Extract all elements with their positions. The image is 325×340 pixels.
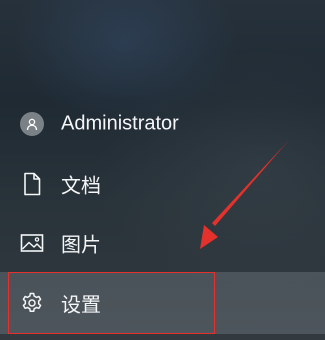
sidebar-item-settings[interactable]: 设置	[0, 272, 325, 334]
sidebar-item-documents[interactable]: 文档	[0, 156, 325, 212]
settings-label: 设置	[61, 294, 101, 317]
image-icon	[20, 231, 44, 255]
user-name-label: Administrator	[61, 112, 179, 135]
document-icon	[20, 172, 44, 196]
user-avatar-icon	[20, 112, 44, 136]
start-menu-sidebar: Administrator 文档 图片 设置	[0, 0, 325, 340]
sidebar-item-user[interactable]: Administrator	[0, 96, 325, 152]
sidebar-item-pictures[interactable]: 图片	[0, 215, 325, 271]
gear-icon	[20, 291, 44, 315]
documents-label: 文档	[61, 175, 101, 198]
pictures-label: 图片	[61, 234, 101, 257]
